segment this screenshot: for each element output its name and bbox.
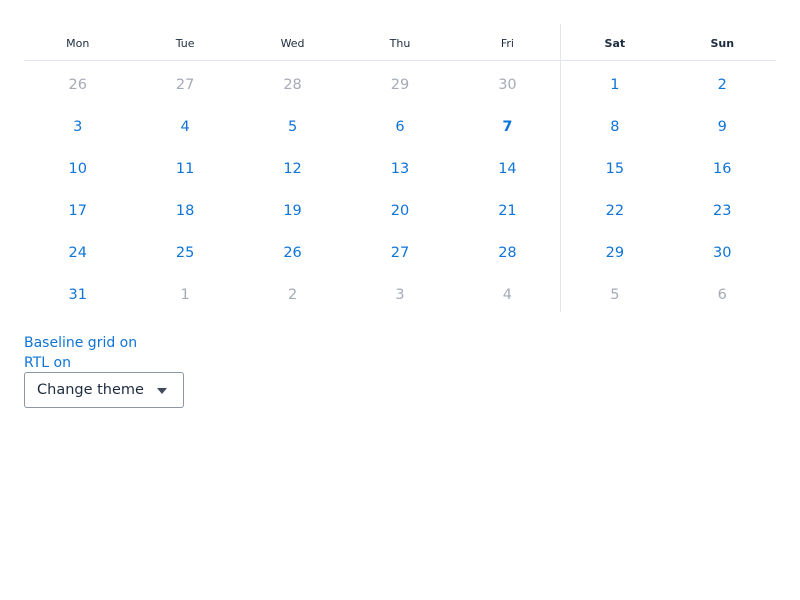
calendar-day[interactable]: 30	[669, 232, 776, 274]
change-theme-label: Change theme	[37, 382, 144, 398]
rtl-toggle[interactable]: RTL on	[24, 353, 137, 373]
calendar-day-outside-month: 26	[68, 77, 87, 93]
calendar-day[interactable]: 4	[131, 106, 238, 148]
calendar-day[interactable]: 8	[561, 106, 668, 148]
calendar-day-outside-month: 6	[717, 287, 727, 303]
weekday-header-mon: Mon	[66, 36, 90, 50]
calendar-day[interactable]: 15	[561, 148, 668, 190]
calendar-day[interactable]: 25	[131, 232, 238, 274]
calendar-day[interactable]: 3	[24, 106, 131, 148]
calendar-day[interactable]: 27	[346, 232, 453, 274]
calendar-day[interactable]: 9	[669, 106, 776, 148]
calendar-day-outside-month: 3	[395, 287, 405, 303]
calendar-day-outside-month: 1	[180, 287, 190, 303]
calendar-day[interactable]: 17	[24, 190, 131, 232]
calendar-day[interactable]: 5	[239, 106, 346, 148]
calendar-day[interactable]: 24	[24, 232, 131, 274]
calendar-day[interactable]: 14	[454, 148, 561, 190]
weekday-header-tue: Tue	[175, 36, 195, 50]
calendar-day[interactable]: 29	[561, 232, 668, 274]
baseline-grid-toggle[interactable]: Baseline grid on	[24, 333, 137, 353]
weekday-header-fri: Fri	[500, 36, 514, 50]
weekday-header-thu: Thu	[389, 36, 411, 50]
calendar-day[interactable]: 23	[669, 190, 776, 232]
calendar-day[interactable]: 18	[131, 190, 238, 232]
weekday-header-sat: Sat	[604, 36, 626, 50]
calendar-day-outside-month: 28	[283, 77, 302, 93]
calendar-day[interactable]: 21	[454, 190, 561, 232]
calendar-day[interactable]: 7	[454, 106, 561, 148]
calendar-day[interactable]: 28	[454, 232, 561, 274]
calendar-day[interactable]: 10	[24, 148, 131, 190]
weekday-header-sun: Sun	[710, 36, 735, 50]
calendar-day[interactable]: 11	[131, 148, 238, 190]
change-theme-button[interactable]: Change theme	[24, 372, 184, 408]
calendar-day[interactable]: 26	[239, 232, 346, 274]
calendar-day[interactable]: 6	[346, 106, 453, 148]
calendar-day-outside-month: 5	[610, 287, 620, 303]
calendar: Mon Tue Wed Thu Fri Sat Sun 26 27 28 29 30 1 2 3 4 5 6 7 8…	[24, 24, 776, 316]
calendar-day[interactable]: 1	[561, 64, 668, 106]
calendar-day-outside-month: 2	[287, 287, 298, 303]
caret-down-icon	[157, 388, 167, 394]
calendar-day-outside-month: 4	[502, 287, 513, 303]
toggle-group: Baseline grid on RTL on	[24, 333, 137, 373]
calendar-day[interactable]: 31	[24, 274, 131, 316]
weekday-header-wed: Wed	[280, 36, 305, 50]
calendar-day[interactable]: 12	[239, 148, 346, 190]
calendar-days-grid: 26 27 28 29 30 1 2 3 4 5 6 7 8 9 10 11 12 13 14 15 16 17 18 19 2…	[24, 61, 776, 316]
weekend-divider	[560, 24, 561, 312]
calendar-day-outside-month: 29	[390, 77, 410, 93]
calendar-day-outside-month: 27	[175, 77, 195, 93]
calendar-day[interactable]: 13	[346, 148, 453, 190]
calendar-day[interactable]: 2	[669, 64, 776, 106]
calendar-day-outside-month: 30	[498, 77, 517, 93]
calendar-day[interactable]: 16	[669, 148, 776, 190]
calendar-day[interactable]: 19	[239, 190, 346, 232]
calendar-day[interactable]: 20	[346, 190, 453, 232]
calendar-day[interactable]: 22	[561, 190, 668, 232]
weekday-header: Mon Tue Wed Thu Fri Sat Sun	[24, 24, 776, 61]
